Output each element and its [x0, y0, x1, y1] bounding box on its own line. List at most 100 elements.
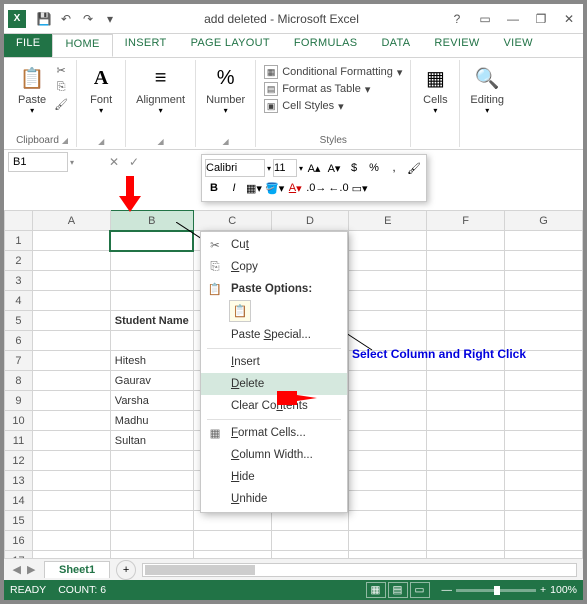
tab-home[interactable]: HOME [52, 34, 112, 57]
tab-page-layout[interactable]: PAGE LAYOUT [179, 34, 282, 57]
view-page-break-button[interactable]: ▭ [410, 582, 430, 598]
ctx-insert[interactable]: Insert [201, 351, 347, 373]
cell-B16[interactable] [110, 531, 193, 551]
sheet-nav-next[interactable]: ▶ [27, 563, 35, 576]
bold-button[interactable]: B [205, 179, 223, 197]
row-header[interactable]: 10 [5, 411, 33, 431]
cell-B14[interactable] [110, 491, 193, 511]
horizontal-scrollbar[interactable] [142, 563, 577, 577]
row-header[interactable]: 16 [5, 531, 33, 551]
zoom-out-button[interactable]: — [442, 584, 453, 596]
ctx-cut[interactable]: ✂Cut [201, 234, 347, 256]
ctx-paste-special[interactable]: Paste Special... [201, 324, 347, 346]
save-button[interactable]: 💾 [34, 9, 54, 29]
conditional-formatting-button[interactable]: ▦Conditional Formatting ▾ [262, 64, 404, 80]
cell-B10[interactable]: Madhu [110, 411, 193, 431]
ribbon-options-button[interactable]: ▭ [471, 8, 499, 30]
cell-styles-button[interactable]: ▣Cell Styles ▾ [262, 98, 404, 114]
cell-B13[interactable] [110, 471, 193, 491]
tab-review[interactable]: REVIEW [422, 34, 491, 57]
enter-formula-button[interactable]: ✓ [124, 155, 144, 169]
tab-file[interactable]: FILE [4, 34, 52, 57]
col-header-F[interactable]: F [427, 211, 505, 231]
redo-button[interactable]: ↷ [78, 9, 98, 29]
cell-B9[interactable]: Varsha [110, 391, 193, 411]
font-dialog-launcher[interactable]: ◢ [98, 137, 104, 146]
qat-customize[interactable]: ▾ [100, 9, 120, 29]
ctx-column-width[interactable]: Column Width... [201, 444, 347, 466]
row-header[interactable]: 12 [5, 451, 33, 471]
paste-button[interactable]: 📋 Paste ▾ [14, 62, 50, 117]
zoom-slider[interactable] [456, 589, 536, 592]
font-color-button[interactable]: A▾ [286, 179, 304, 197]
format-painter-mini[interactable]: 🖌 [405, 159, 423, 177]
tab-data[interactable]: DATA [369, 34, 422, 57]
copy-button[interactable]: ⎘ [52, 79, 70, 95]
row-header[interactable]: 1 [5, 231, 33, 251]
cell-B8[interactable]: Gaurav [110, 371, 193, 391]
comma-format-button[interactable]: , [385, 159, 403, 177]
tab-view[interactable]: VIEW [492, 34, 545, 57]
cut-button[interactable]: ✂ [52, 62, 70, 78]
mini-font-family[interactable] [205, 159, 265, 177]
sheet-tab-sheet1[interactable]: Sheet1 [44, 561, 110, 578]
ctx-clear-contents[interactable]: Clear Contents [201, 395, 347, 417]
row-header[interactable]: 2 [5, 251, 33, 271]
row-header[interactable]: 5 [5, 311, 33, 331]
help-button[interactable]: ? [443, 8, 471, 30]
cancel-formula-button[interactable]: ✕ [104, 155, 124, 169]
row-header[interactable]: 7 [5, 351, 33, 371]
merge-center-button[interactable]: ▭▾ [351, 179, 369, 197]
tab-formulas[interactable]: FORMULAS [282, 34, 370, 57]
view-page-layout-button[interactable]: ▤ [388, 582, 408, 598]
cells-group-button[interactable]: ▦ Cells ▾ [417, 62, 453, 117]
increase-font-icon[interactable]: A▴ [305, 159, 323, 177]
row-header[interactable]: 13 [5, 471, 33, 491]
row-header[interactable]: 17 [5, 551, 33, 559]
italic-button[interactable]: I [225, 179, 243, 197]
format-painter-button[interactable]: 🖌 [52, 96, 70, 112]
increase-decimal-button[interactable]: .0→ [306, 179, 326, 197]
number-group-button[interactable]: % Number ▾ [202, 62, 249, 117]
decrease-font-icon[interactable]: A▾ [325, 159, 343, 177]
zoom-level[interactable]: 100% [550, 584, 577, 596]
name-box[interactable] [8, 152, 68, 172]
cell-B12[interactable] [110, 451, 193, 471]
row-header[interactable]: 14 [5, 491, 33, 511]
cell-B15[interactable] [110, 511, 193, 531]
alignment-dialog-launcher[interactable]: ◢ [158, 137, 164, 146]
select-all-corner[interactable] [5, 211, 33, 231]
ctx-hide[interactable]: Hide [201, 466, 347, 488]
col-header-A[interactable]: A [32, 211, 110, 231]
accounting-format-button[interactable]: $ [345, 159, 363, 177]
decrease-decimal-button[interactable]: ←.0 [328, 179, 348, 197]
namebox-dropdown[interactable]: ▾ [70, 158, 74, 167]
row-header[interactable]: 8 [5, 371, 33, 391]
editing-group-button[interactable]: 🔍 Editing ▾ [466, 62, 508, 117]
col-header-G[interactable]: G [505, 211, 583, 231]
fill-color-button[interactable]: 🪣▾ [265, 179, 284, 197]
mini-font-size[interactable] [273, 159, 297, 177]
ctx-unhide[interactable]: Unhide [201, 488, 347, 510]
undo-button[interactable]: ↶ [56, 9, 76, 29]
ctx-format-cells[interactable]: ▦Format Cells... [201, 422, 347, 444]
paste-option-default[interactable]: 📋 [229, 300, 251, 322]
format-as-table-button[interactable]: ▤Format as Table ▾ [262, 81, 404, 97]
close-button[interactable]: ✕ [555, 8, 583, 30]
row-header[interactable]: 11 [5, 431, 33, 451]
clipboard-dialog-launcher[interactable]: ◢ [62, 136, 68, 145]
row-header[interactable]: 6 [5, 331, 33, 351]
row-header[interactable]: 3 [5, 271, 33, 291]
alignment-group-button[interactable]: ≡ Alignment ▾ [132, 62, 189, 117]
number-dialog-launcher[interactable]: ◢ [223, 137, 229, 146]
cell-B11[interactable]: Sultan [110, 431, 193, 451]
tab-insert[interactable]: INSERT [113, 34, 179, 57]
maximize-button[interactable]: ❐ [527, 8, 555, 30]
zoom-in-button[interactable]: + [540, 584, 546, 596]
row-header[interactable]: 15 [5, 511, 33, 531]
view-normal-button[interactable]: ▦ [366, 582, 386, 598]
font-group-button[interactable]: A Font ▾ [83, 62, 119, 117]
row-header[interactable]: 4 [5, 291, 33, 311]
sheet-nav-prev[interactable]: ◀ [13, 563, 21, 576]
ctx-copy[interactable]: ⎘Copy [201, 256, 347, 278]
